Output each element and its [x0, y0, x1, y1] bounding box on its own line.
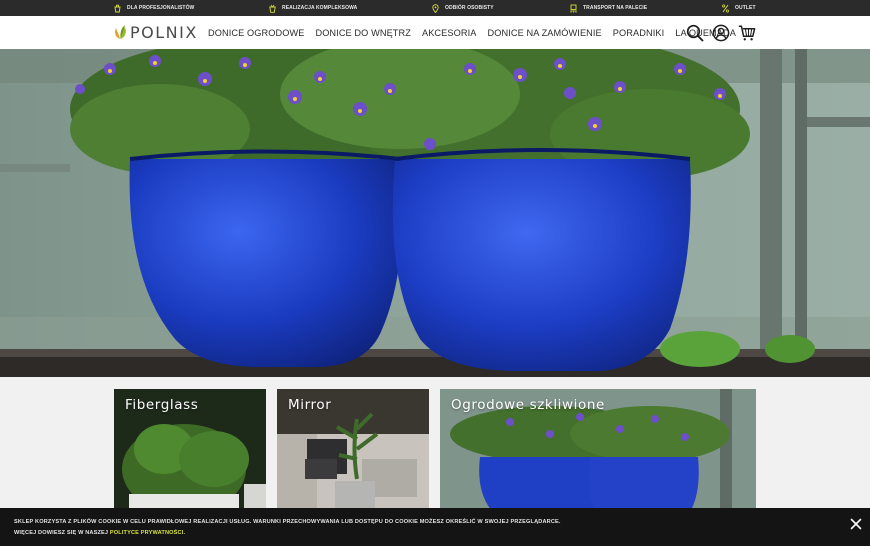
cookie-banner: SKLEP KORZYSTA Z PLIKÓW COOKIE W CELU PR…	[0, 508, 870, 546]
nav-item-indoor-planters[interactable]: DONICE DO WNĘTRZ	[315, 28, 411, 38]
category-title: Ogrodowe szkliwione	[451, 397, 605, 413]
hand-pot-icon	[114, 4, 121, 12]
nav-item-accessories[interactable]: AKCESORIA	[422, 28, 477, 38]
category-title: Fiberglass	[125, 397, 199, 413]
category-tile-glazed[interactable]: Ogrodowe szkliwione	[440, 389, 756, 519]
location-pin-icon	[432, 3, 439, 13]
topbar-label: OUTLET	[735, 5, 756, 11]
topbar-item-transport[interactable]: TRANSPORT NA PALECIE	[570, 0, 647, 16]
search-icon[interactable]	[686, 24, 704, 42]
cookie-line-2: WIĘCEJ DOWIESZ SIĘ W NASZEJ POLITYCE PRY…	[14, 528, 561, 539]
main-nav: DONICE OGRODOWE DONICE DO WNĘTRZ AKCESOR…	[208, 16, 747, 49]
topbar-item-complex[interactable]: REALIZACJA KOMPLEKSOWA	[269, 0, 357, 16]
topbar-item-professionals[interactable]: DLA PROFESJONALISTÓW	[114, 0, 194, 16]
cookie-line-2-suffix: .	[183, 530, 186, 536]
topbar-label: REALIZACJA KOMPLEKSOWA	[282, 5, 358, 11]
hero-slider[interactable]	[0, 49, 870, 377]
leaf-logo-icon	[115, 25, 126, 39]
category-tile-mirror[interactable]: Mirror	[277, 389, 429, 519]
top-info-bar: DLA PROFESJONALISTÓW REALIZACJA KOMPLEKS…	[0, 0, 870, 16]
site-header: POLNIX DONICE OGRODOWE DONICE DO WNĘTRZ …	[0, 16, 870, 49]
cookie-text: SKLEP KORZYSTA Z PLIKÓW COOKIE W CELU PR…	[14, 517, 561, 539]
header-icons	[686, 16, 756, 49]
logo-text: POLNIX	[130, 22, 198, 42]
percent-icon	[722, 3, 729, 13]
pallet-icon	[570, 4, 577, 13]
logo[interactable]: POLNIX	[114, 22, 198, 42]
nav-item-custom-planters[interactable]: DONICE NA ZAMÓWIENIE	[487, 28, 601, 38]
cart-icon[interactable]	[738, 24, 756, 42]
nav-item-garden-planters[interactable]: DONICE OGRODOWE	[208, 28, 304, 38]
topbar-label: DLA PROFESJONALISTÓW	[127, 5, 195, 11]
nav-item-guides[interactable]: PORADNIKI	[613, 28, 664, 38]
topbar-item-pickup[interactable]: ODBIÓR OSOBISTY	[432, 0, 494, 16]
hero-image	[0, 49, 870, 377]
cookie-line-2-prefix: WIĘCEJ DOWIESZ SIĘ W NASZEJ	[14, 530, 110, 536]
topbar-item-outlet[interactable]: OUTLET	[722, 0, 756, 16]
privacy-policy-link[interactable]: POLITYCE PRYWATNOŚCI	[110, 530, 184, 536]
category-tile-fiberglass[interactable]: Fiberglass	[114, 389, 266, 519]
pot-icon	[269, 4, 276, 13]
topbar-label: TRANSPORT NA PALECIE	[583, 5, 648, 11]
topbar-label: ODBIÓR OSOBISTY	[445, 5, 494, 11]
cookie-line-1: SKLEP KORZYSTA Z PLIKÓW COOKIE W CELU PR…	[14, 519, 561, 525]
close-icon[interactable]	[850, 518, 862, 530]
category-title: Mirror	[288, 397, 332, 413]
account-icon[interactable]	[712, 24, 730, 42]
